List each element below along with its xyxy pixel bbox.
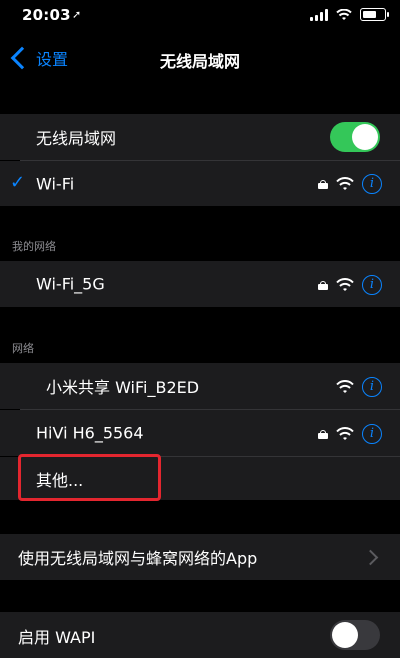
network-name: 小米共享 WiFi_B2ED (46, 378, 200, 397)
network-name: Wi-Fi_5G (36, 274, 105, 294)
wapi-toggle-switch[interactable] (330, 620, 380, 650)
apps-network-row[interactable]: 使用无线局域网与蜂窝网络的App (0, 534, 400, 580)
status-bar: 20:03 ➚ (0, 0, 400, 36)
wifi-toggle-switch[interactable] (330, 122, 380, 152)
network-icons: i (336, 377, 382, 397)
network-row[interactable]: 小米共享 WiFi_B2ED i (0, 363, 400, 409)
lock-icon (318, 280, 328, 290)
page-title: 无线局域网 (159, 52, 240, 71)
info-icon[interactable]: i (362, 174, 382, 194)
wapi-label: 启用 WAPI (18, 628, 96, 647)
network-icons: i (318, 424, 382, 444)
info-icon[interactable]: i (362, 424, 382, 444)
nav-bar: 设置 无线局域网 (0, 36, 400, 82)
wifi-signal-icon (336, 427, 354, 441)
chevron-right-icon (362, 549, 379, 566)
info-icon[interactable]: i (362, 377, 382, 397)
wifi-signal-icon (336, 177, 354, 191)
wifi-signal-icon (336, 380, 354, 394)
network-row[interactable]: HiVi H6_5564 i (0, 410, 400, 456)
wifi-status-icon (336, 8, 352, 21)
wifi-signal-icon (336, 278, 354, 292)
network-row[interactable]: Wi-Fi_5G i (0, 261, 400, 307)
apps-network-label: 使用无线局域网与蜂窝网络的App (18, 549, 258, 568)
network-name: HiVi H6_5564 (36, 423, 144, 443)
location-arrow-icon: ➚ (72, 8, 82, 21)
status-time: 20:03 (22, 6, 71, 24)
section-header-networks: 网络 (12, 342, 34, 355)
wifi-toggle-label: 无线局域网 (36, 129, 117, 148)
battery-icon (360, 8, 389, 21)
network-icons: i (318, 275, 382, 295)
connected-network-icons: i (318, 174, 382, 194)
connected-network-row[interactable]: ✓ Wi-Fi i (0, 161, 400, 206)
section-header-my-networks: 我的网络 (12, 240, 56, 253)
checkmark-icon: ✓ (10, 172, 26, 193)
lock-icon (318, 179, 328, 189)
status-right (310, 8, 389, 21)
connected-network-name: Wi-Fi (36, 174, 75, 193)
lock-icon (318, 429, 328, 439)
cellular-signal-icon (310, 8, 328, 21)
info-icon[interactable]: i (362, 275, 382, 295)
highlight-box (18, 454, 161, 501)
wapi-row: 启用 WAPI (0, 612, 400, 658)
wifi-toggle-row: 无线局域网 (0, 114, 400, 160)
